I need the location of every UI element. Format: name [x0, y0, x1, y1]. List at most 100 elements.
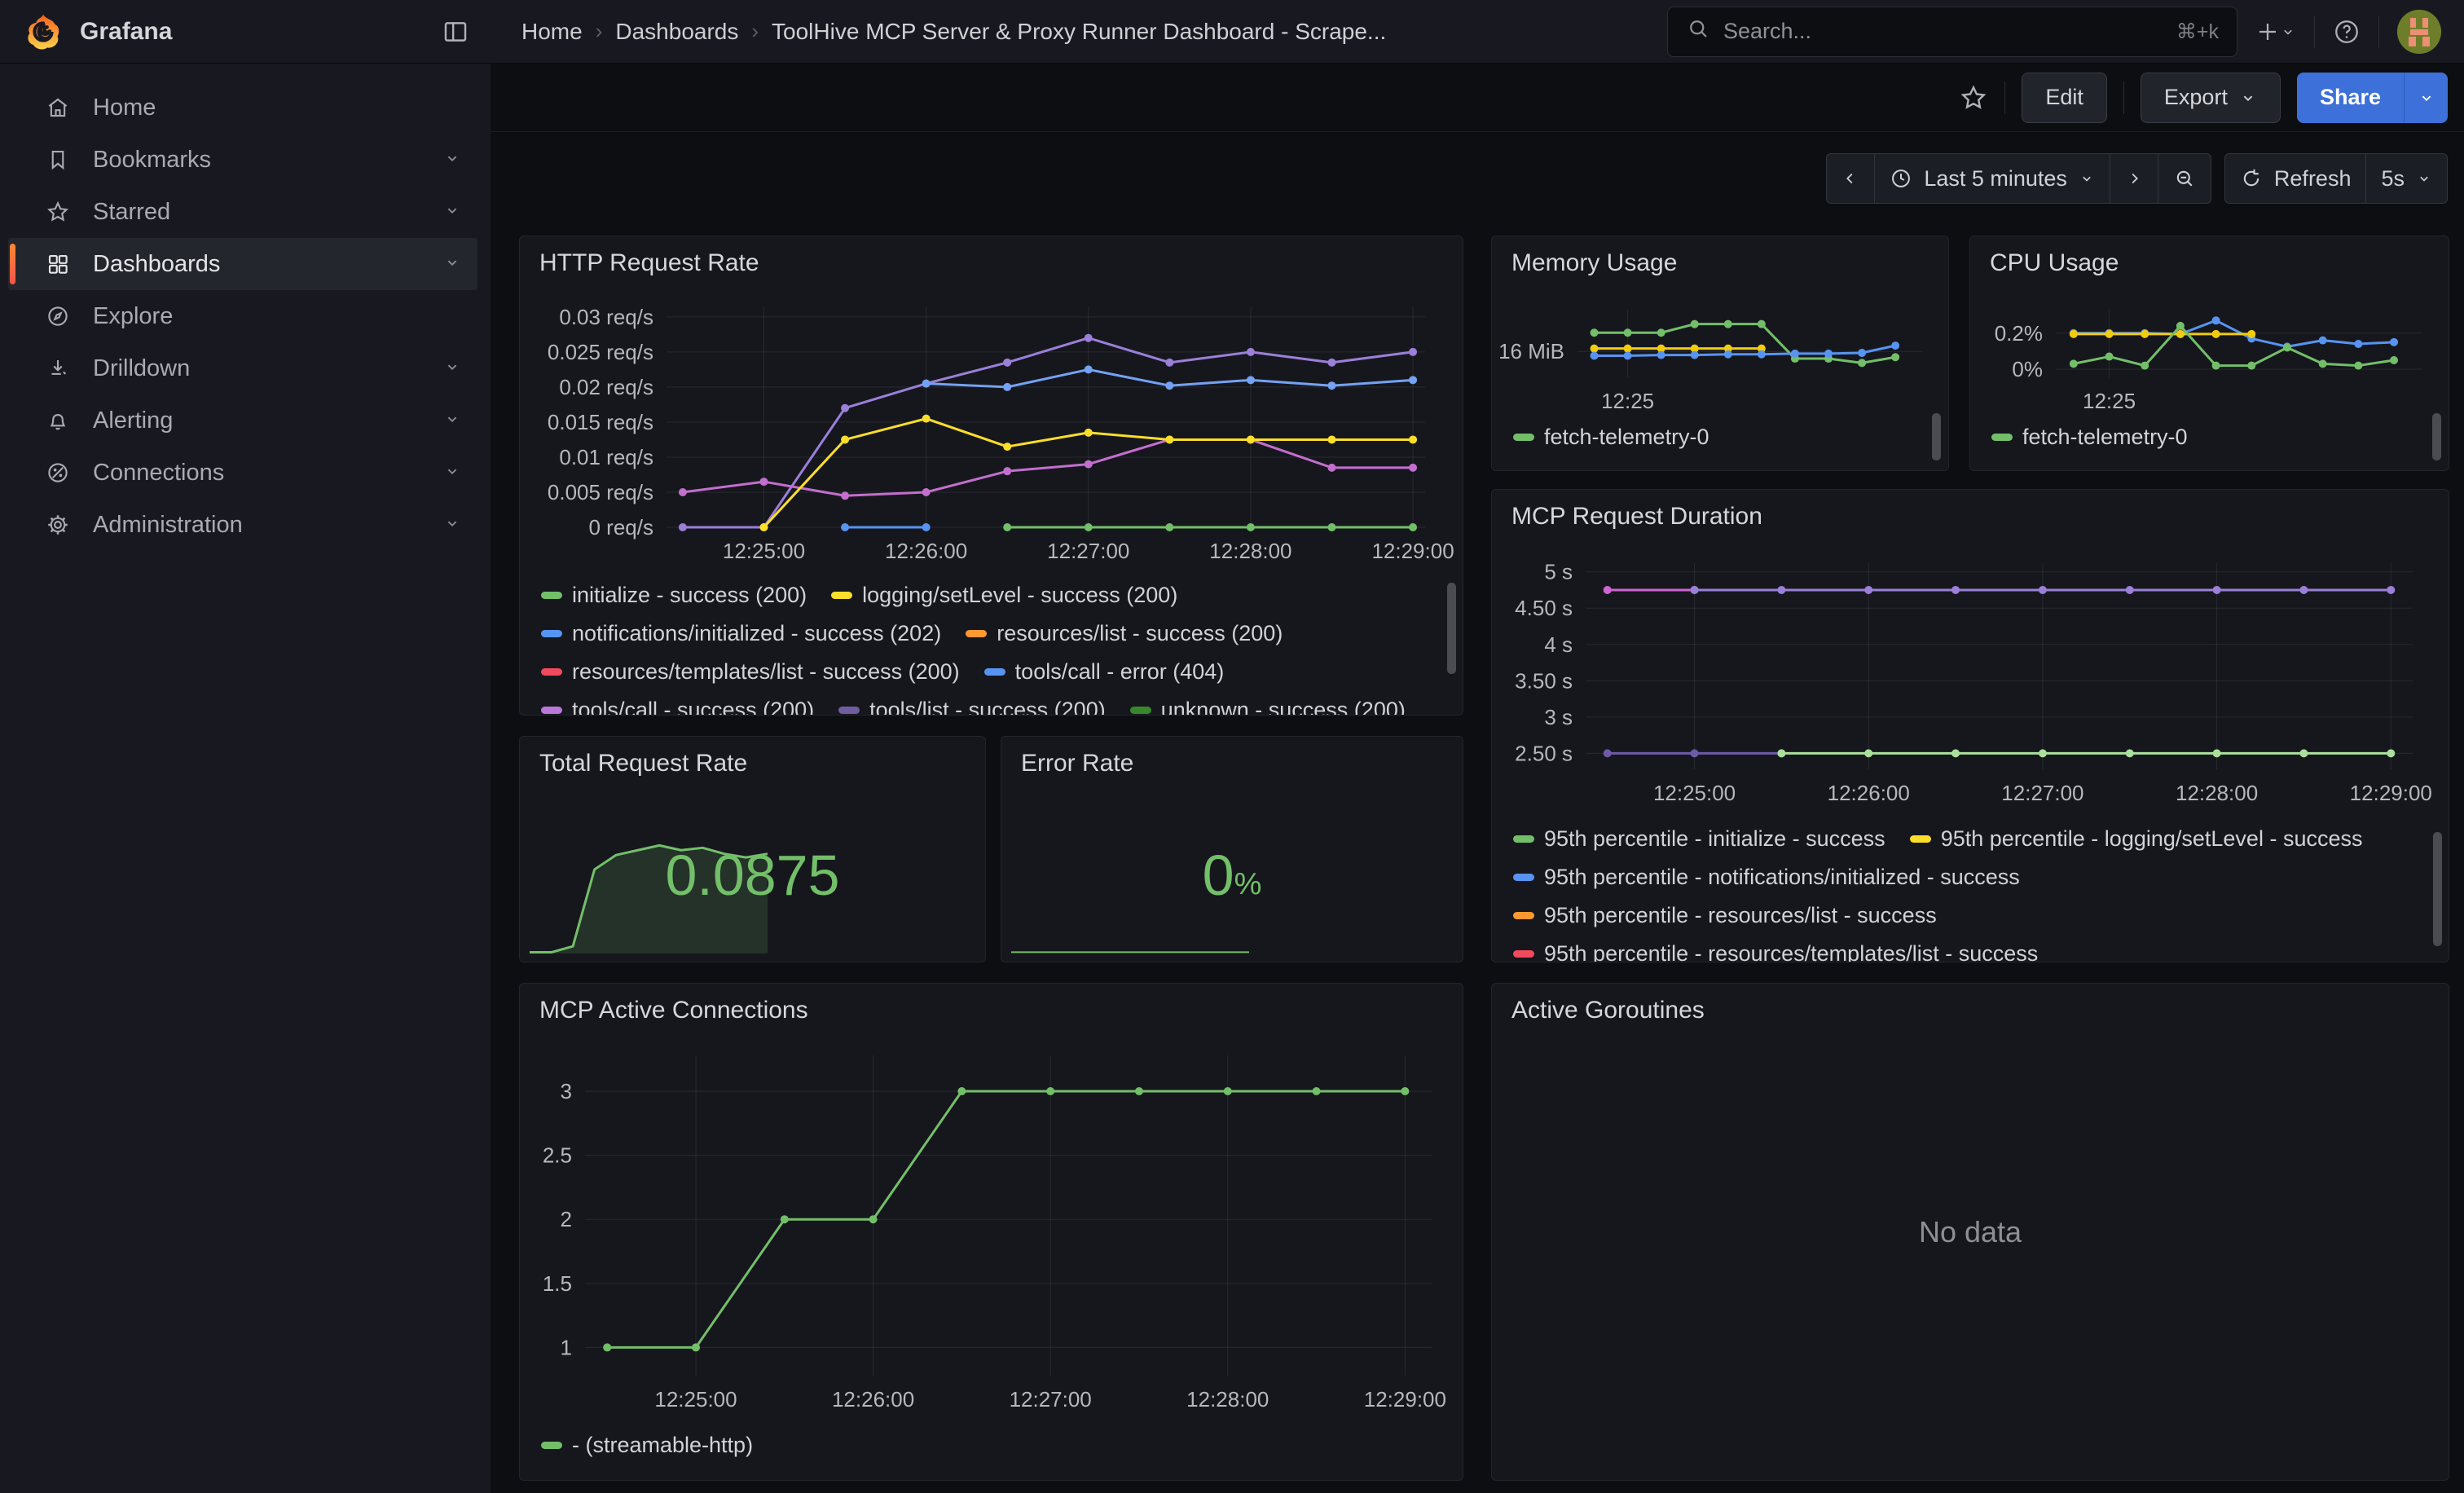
sidebar-item-drilldown[interactable]: Drilldown — [8, 342, 477, 394]
legend-item[interactable]: notifications/initialized - success (202… — [541, 621, 941, 646]
panel-title[interactable]: Total Request Rate — [539, 750, 747, 777]
share-dropdown-button[interactable] — [2404, 73, 2448, 123]
legend-label: tools/call - success (200) — [572, 698, 814, 715]
legend-swatch — [1513, 835, 1534, 843]
sidebar-item-administration[interactable]: Administration — [8, 499, 477, 551]
chevron-down-icon[interactable] — [443, 251, 461, 278]
error-rate-value: 0% — [1001, 789, 1463, 962]
chevron-down-icon[interactable] — [443, 460, 461, 487]
breadcrumb-separator: › — [596, 19, 603, 44]
share-button[interactable]: Share — [2297, 73, 2404, 123]
legend-label: initialize - success (200) — [572, 583, 807, 608]
legend-scrollbar[interactable] — [1447, 583, 1456, 674]
panel-title[interactable]: Memory Usage — [1511, 249, 1677, 277]
top-bar: Grafana Home › Dashboards › ToolHive MCP… — [0, 0, 2464, 64]
legend-item[interactable]: 95th percentile - notifications/initiali… — [1513, 865, 2020, 890]
legend-item[interactable]: 95th percentile - resources/templates/li… — [1513, 941, 2038, 962]
add-new-button[interactable] — [2255, 20, 2296, 44]
refresh-interval-picker[interactable]: 5s — [2365, 153, 2448, 204]
svg-text:4.50 s: 4.50 s — [1515, 596, 1573, 620]
chevron-down-icon[interactable] — [443, 512, 461, 539]
time-range-label: Last 5 minutes — [1924, 166, 2067, 192]
export-button[interactable]: Export — [2141, 73, 2281, 123]
sidebar-item-label: Connections — [93, 460, 224, 487]
cpu-usage-legend: fetch-telemetry-0 — [1978, 420, 2440, 470]
time-forward-button[interactable] — [2110, 153, 2158, 204]
legend-item[interactable]: - (streamable-http) — [541, 1433, 753, 1458]
breadcrumb-dashboards[interactable]: Dashboards — [615, 19, 738, 45]
chevron-down-icon[interactable] — [443, 199, 461, 226]
panel-title[interactable]: Error Rate — [1021, 750, 1133, 777]
panel-title[interactable]: MCP Active Connections — [539, 997, 808, 1024]
breadcrumb-home[interactable]: Home — [521, 19, 583, 45]
time-back-button[interactable] — [1826, 153, 1875, 204]
chevron-down-icon[interactable] — [443, 355, 461, 382]
sidebar-item-connections[interactable]: Connections — [8, 447, 477, 499]
sidebar-item-alerting[interactable]: Alerting — [8, 394, 477, 447]
legend-item[interactable]: tools/list - success (200) — [838, 698, 1106, 715]
cpu-usage-chart[interactable]: 12:250.2%0% — [1978, 288, 2440, 420]
panel-title[interactable]: HTTP Request Rate — [539, 249, 759, 277]
svg-text:0.02 req/s: 0.02 req/s — [559, 375, 653, 399]
legend-swatch — [838, 707, 860, 714]
grafana-logo-icon — [24, 13, 62, 51]
help-button[interactable] — [2333, 18, 2361, 46]
http-request-rate-chart[interactable]: 12:25:0012:26:0012:27:0012:28:0012:29:00… — [528, 288, 1454, 578]
legend-item[interactable]: fetch-telemetry-0 — [1991, 425, 2188, 450]
mcp-request-duration-chart[interactable]: 12:25:0012:26:0012:27:0012:28:0012:29:00… — [1500, 542, 2440, 821]
svg-text:16 MiB: 16 MiB — [1500, 339, 1564, 363]
legend-swatch — [541, 707, 562, 714]
chevron-down-icon[interactable] — [443, 147, 461, 174]
sidebar-item-label: Drilldown — [93, 355, 190, 382]
panel-title[interactable]: CPU Usage — [1990, 249, 2119, 277]
grafana-app: Grafana Home › Dashboards › ToolHive MCP… — [0, 0, 2464, 1493]
legend-swatch — [1513, 434, 1534, 441]
legend-item[interactable]: resources/templates/list - success (200) — [541, 659, 960, 685]
sidebar-item-starred[interactable]: Starred — [8, 186, 477, 238]
favorite-star-button[interactable] — [1959, 83, 1988, 112]
legend-label: - (streamable-http) — [572, 1433, 753, 1458]
time-range-picker[interactable]: Last 5 minutes — [1874, 153, 2110, 204]
divider — [2004, 81, 2005, 114]
legend-item[interactable]: 95th percentile - resources/list - succe… — [1513, 903, 1937, 928]
svg-text:2.50 s: 2.50 s — [1515, 741, 1573, 765]
svg-text:2: 2 — [561, 1207, 572, 1231]
legend-scrollbar[interactable] — [2433, 832, 2442, 946]
user-avatar[interactable] — [2397, 10, 2441, 54]
sidebar-item-dashboards[interactable]: Dashboards — [8, 238, 477, 290]
legend-item[interactable]: 95th percentile - logging/setLevel - suc… — [1910, 826, 2363, 852]
legend-scrollbar[interactable] — [1932, 413, 1941, 460]
panel-title[interactable]: MCP Request Duration — [1511, 503, 1762, 531]
sidebar-item-explore[interactable]: Explore — [8, 290, 477, 342]
legend-item[interactable]: logging/setLevel - success (200) — [831, 583, 1177, 608]
svg-text:12:25:00: 12:25:00 — [654, 1387, 737, 1412]
legend-item[interactable]: 95th percentile - initialize - success — [1513, 826, 1885, 852]
legend-item[interactable]: tools/call - success (200) — [541, 698, 814, 715]
svg-text:12:27:00: 12:27:00 — [1047, 539, 1129, 563]
legend-swatch — [1513, 912, 1534, 919]
legend-item[interactable]: resources/list - success (200) — [966, 621, 1283, 646]
sidebar-item-bookmarks[interactable]: Bookmarks — [8, 134, 477, 186]
mcp-active-connections-chart[interactable]: 12:25:0012:26:0012:27:0012:28:0012:29:00… — [528, 1036, 1454, 1428]
memory-usage-chart[interactable]: 12:2516 MiB — [1500, 288, 1940, 420]
legend-item[interactable]: initialize - success (200) — [541, 583, 807, 608]
legend-item[interactable]: fetch-telemetry-0 — [1513, 425, 1709, 450]
chevron-down-icon[interactable] — [443, 407, 461, 434]
no-data-message: No data — [1492, 984, 2449, 1480]
edit-button[interactable]: Edit — [2022, 73, 2107, 123]
zoom-out-button[interactable] — [2158, 153, 2211, 204]
svg-text:12:29:00: 12:29:00 — [1364, 1387, 1446, 1412]
legend-label: 95th percentile - logging/setLevel - suc… — [1941, 826, 2363, 852]
dashboard-canvas: Last 5 minutes Refresh — [491, 132, 2464, 1493]
legend-item[interactable]: tools/call - error (404) — [984, 659, 1225, 685]
legend-scrollbar[interactable] — [2432, 413, 2441, 460]
svg-text:0.01 req/s: 0.01 req/s — [559, 445, 653, 469]
svg-text:3.50 s: 3.50 s — [1515, 668, 1573, 693]
sidebar-item-label: Administration — [93, 512, 243, 539]
sidebar-toggle-icon[interactable] — [442, 18, 469, 46]
search-input[interactable]: Search... ⌘+k — [1667, 7, 2237, 57]
legend-swatch — [541, 1442, 562, 1449]
legend-item[interactable]: unknown - success (200) — [1130, 698, 1406, 715]
refresh-button[interactable]: Refresh — [2224, 153, 2367, 204]
sidebar-item-home[interactable]: Home — [8, 81, 477, 134]
